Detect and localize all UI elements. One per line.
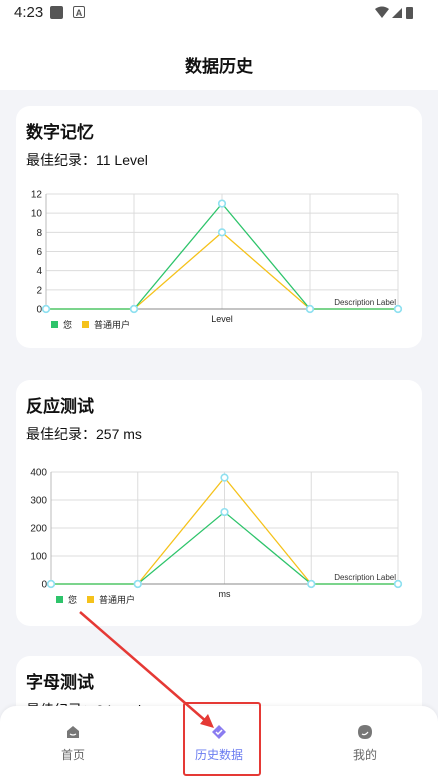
y-tick-label: 8	[36, 228, 42, 239]
tab-home[interactable]: 首页	[0, 706, 146, 780]
data-point	[46, 579, 56, 589]
status-bar: 4:23 A	[0, 0, 438, 26]
data-point	[305, 304, 315, 314]
tab-mine[interactable]: 我的	[292, 706, 438, 780]
y-tick-label: 10	[31, 209, 43, 220]
legend-swatch	[51, 321, 58, 328]
data-point	[133, 579, 142, 589]
page-title: 数据历史	[185, 57, 253, 76]
y-tick-label: 0	[36, 305, 42, 316]
tab-label: 我的	[352, 748, 377, 762]
data-point	[41, 304, 51, 314]
y-tick-label: 200	[30, 524, 47, 535]
y-tick-label: 300	[30, 496, 47, 507]
card-title: 字母测试	[26, 673, 94, 692]
x-axis-label: ms	[219, 589, 231, 599]
card-reaction-test[interactable]: 反应测试 最佳纪录：257 ms 0 100 200 300 400 Descriptio…	[16, 380, 422, 626]
y-tick-label: 0	[41, 580, 47, 591]
description-label: Description Label	[334, 573, 396, 582]
card-digit-memory[interactable]: 数字记忆 最佳纪录：11 Level 0 2 4 6 8 10 12 Description …	[16, 106, 422, 348]
battery-icon	[406, 7, 413, 19]
y-tick-label: 12	[31, 190, 43, 201]
status-time: 4:23	[14, 4, 44, 21]
signal-icon	[392, 8, 402, 18]
profile-icon	[358, 725, 372, 739]
tab-label: 首页	[60, 748, 85, 762]
home-icon	[67, 726, 79, 738]
chart-reaction-test: 0 100 200 300 400 Description Label ms 您 普通用户	[30, 468, 403, 606]
y-tick-label: 100	[30, 552, 47, 563]
highlight-box	[183, 702, 261, 776]
legend-label: 普通用户	[99, 594, 135, 606]
legend-label: 普通用户	[94, 319, 130, 331]
data-point	[217, 228, 227, 237]
data-point	[129, 304, 139, 314]
legend-label: 您	[63, 319, 72, 331]
legend-swatch	[82, 321, 89, 328]
legend-swatch	[87, 596, 94, 603]
legend-swatch	[56, 596, 63, 603]
data-point	[307, 579, 316, 589]
data-point	[220, 507, 229, 517]
y-tick-label: 4	[36, 266, 42, 277]
y-tick-label: 400	[30, 468, 47, 479]
wifi-icon	[375, 6, 389, 18]
app-header: 数据历史	[0, 26, 438, 90]
y-tick-label: 6	[36, 247, 42, 258]
keyboard-a-icon: A	[73, 6, 85, 18]
x-axis-label: Level	[211, 314, 233, 324]
description-label: Description Label	[334, 298, 396, 307]
status-right-icons	[374, 6, 414, 25]
legend-label: 您	[68, 594, 77, 606]
data-point	[220, 473, 229, 482]
data-point	[393, 579, 403, 589]
chart-digit-memory: 0 2 4 6 8 10 12 Description Label Level 您 普通用户	[31, 190, 403, 331]
y-tick-label: 2	[36, 285, 42, 296]
data-point	[393, 304, 403, 314]
notification-square-icon	[50, 6, 63, 19]
data-point	[217, 199, 227, 208]
